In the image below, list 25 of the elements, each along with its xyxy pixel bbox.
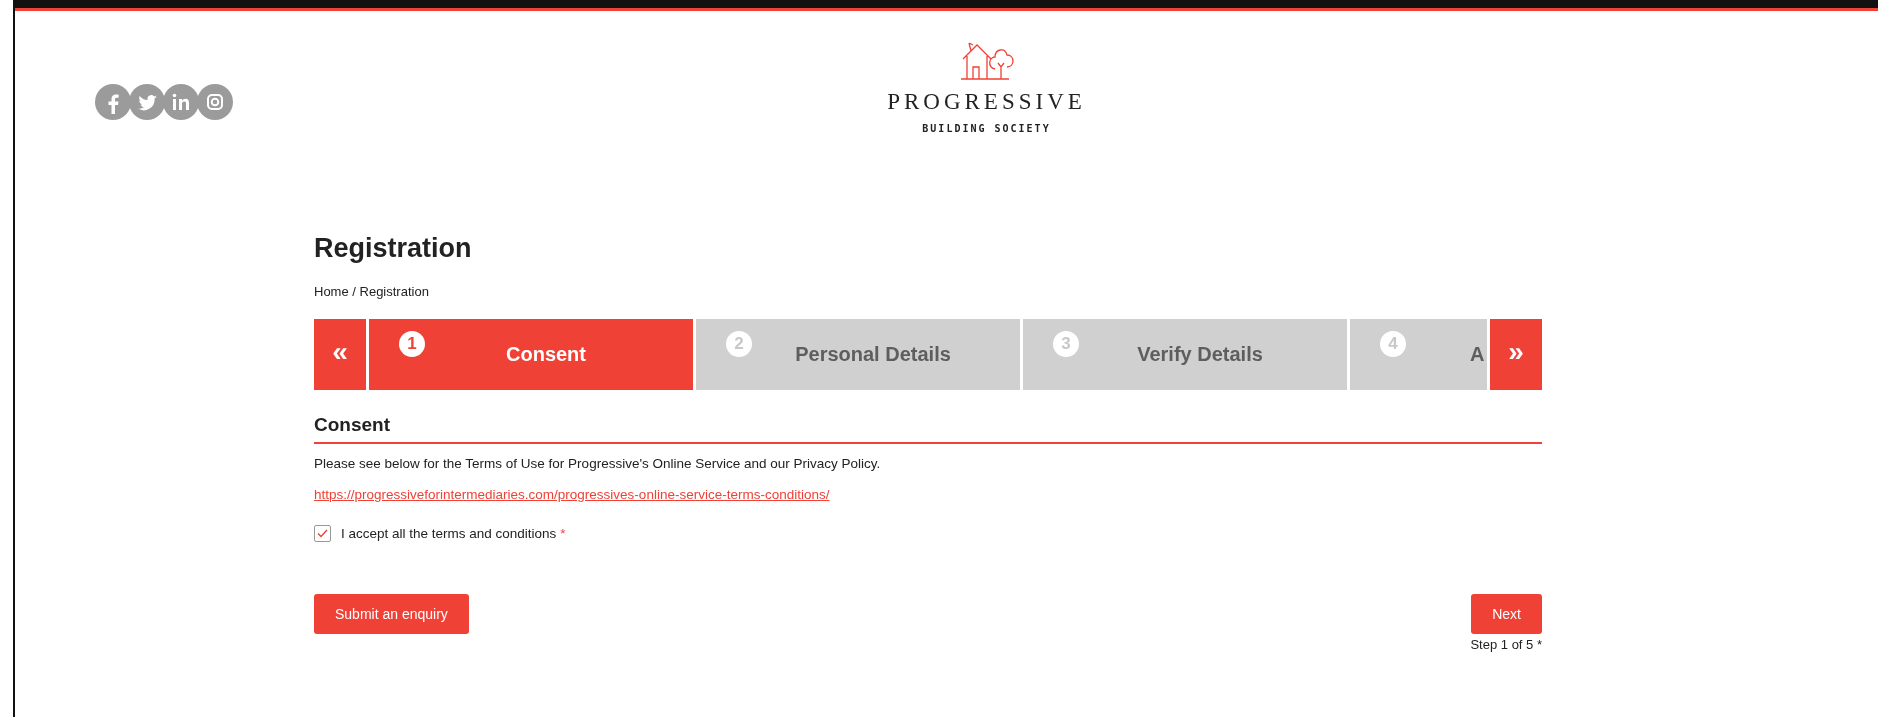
step-label: Personal Details	[794, 343, 951, 366]
logo-tagline: BUILDING SOCIETY	[922, 123, 1051, 134]
step-label: Verify Details	[1136, 343, 1263, 366]
facebook-icon[interactable]	[95, 84, 131, 120]
checkmark-icon	[317, 529, 328, 538]
logo-name: PROGRESSIVE	[887, 89, 1086, 115]
terms-text: Please see below for the Terms of Use for Progressive's Online Service and our Privacy Policy.	[314, 456, 882, 471]
step-label: Consent	[505, 343, 586, 366]
page-title: Registration	[314, 233, 473, 264]
linkedin-icon[interactable]	[163, 84, 199, 120]
step-tab[interactable]: 1 Consent	[369, 319, 693, 390]
consent-label: I accept all the terms and conditions *	[341, 526, 566, 541]
twitter-icon[interactable]	[129, 84, 165, 120]
breadcrumb: Home / Registration	[314, 284, 430, 299]
instagram-icon[interactable]	[197, 84, 233, 120]
next-step-button[interactable]: »	[1490, 319, 1542, 390]
terms-link[interactable]: https://progressiveforintermediaries.com/progressives-online-service-terms-conditions/	[314, 487, 830, 502]
previous-step-button[interactable]: «	[314, 319, 366, 390]
step-number: 1	[399, 331, 425, 357]
section-title: Consent	[314, 414, 1542, 444]
step-label: A	[1470, 343, 1485, 366]
step-counter: Step 1 of 5 *	[1470, 637, 1542, 652]
next-button[interactable]: Next	[1471, 594, 1542, 634]
consent-checkbox[interactable]	[314, 525, 331, 542]
submit-enquiry-button[interactable]: Submit an enquiry	[314, 594, 469, 634]
